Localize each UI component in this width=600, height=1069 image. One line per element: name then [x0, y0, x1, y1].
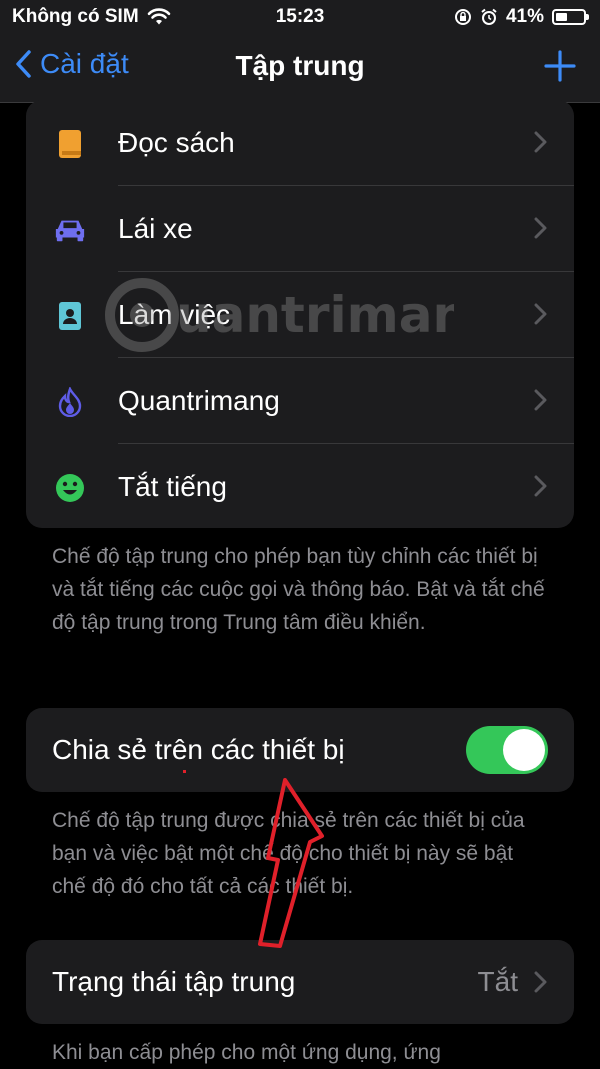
focus-mode-reading[interactable]: Đọc sách [26, 100, 574, 186]
battery-icon [552, 9, 589, 25]
share-across-devices-label: Chia sẻ trên các thiết bị [52, 734, 345, 765]
status-right: 41% [454, 6, 589, 28]
focus-mode-quantrimang[interactable]: Quantrimang [26, 358, 574, 444]
focus-status-group: Trạng thái tập trung Tắt [26, 940, 574, 1024]
focus-modes-list: Đọc sách Lái xe Làm việc Quantrimang Tắt… [26, 100, 574, 528]
share-description: Chế độ tập trung được chia sẻ trên các t… [52, 809, 525, 898]
chevron-right-icon [534, 971, 547, 993]
add-button[interactable] [544, 50, 576, 82]
chevron-right-icon [534, 475, 547, 497]
focus-description: Chế độ tập trung cho phép bạn tùy chỉnh … [52, 545, 545, 634]
focus-mode-label: Tắt tiếng [118, 471, 227, 502]
alarm-icon [481, 8, 497, 25]
focus-status-label: Trạng thái tập trung [52, 966, 296, 997]
chevron-right-icon [534, 389, 547, 411]
navigation-bar: Cài đặt Tập trung [0, 34, 600, 103]
chevron-right-icon [534, 131, 547, 153]
focus-mode-label: Đọc sách [118, 127, 235, 158]
book-icon [54, 128, 86, 160]
focus-mode-label: Làm việc [118, 299, 231, 330]
share-across-devices-toggle[interactable] [466, 726, 548, 774]
focus-status-row[interactable]: Trạng thái tập trung Tắt [26, 940, 574, 1024]
toggle-knob [503, 729, 545, 771]
share-across-devices-group: Chia sẻ trên các thiết bị [26, 708, 574, 792]
focus-mode-label: Lái xe [118, 213, 193, 244]
chevron-right-icon [534, 217, 547, 239]
focus-status-value: Tắt [477, 966, 518, 997]
smiley-icon [54, 472, 86, 504]
orientation-lock-icon [454, 9, 471, 25]
car-icon [54, 214, 86, 246]
battery-fill [556, 13, 567, 21]
focus-mode-label: Quantrimang [118, 385, 280, 416]
battery-percent: 41% [505, 6, 544, 27]
share-across-devices-row: Chia sẻ trên các thiết bị [26, 708, 574, 792]
chevron-right-icon [534, 303, 547, 325]
focus-mode-mute[interactable]: Tắt tiếng [26, 444, 574, 528]
flame-icon [54, 386, 86, 418]
focus-mode-driving[interactable]: Lái xe [26, 186, 574, 272]
page-title: Tập trung [235, 50, 365, 81]
annotation-dot [183, 770, 186, 773]
id-badge-icon [54, 300, 86, 332]
focus-mode-work[interactable]: Làm việc [26, 272, 574, 358]
focus-status-description: Khi bạn cấp phép cho một ứng dụng, ứng [52, 1041, 441, 1064]
status-bar: Không có SIM 15:23 41% [0, 0, 600, 34]
